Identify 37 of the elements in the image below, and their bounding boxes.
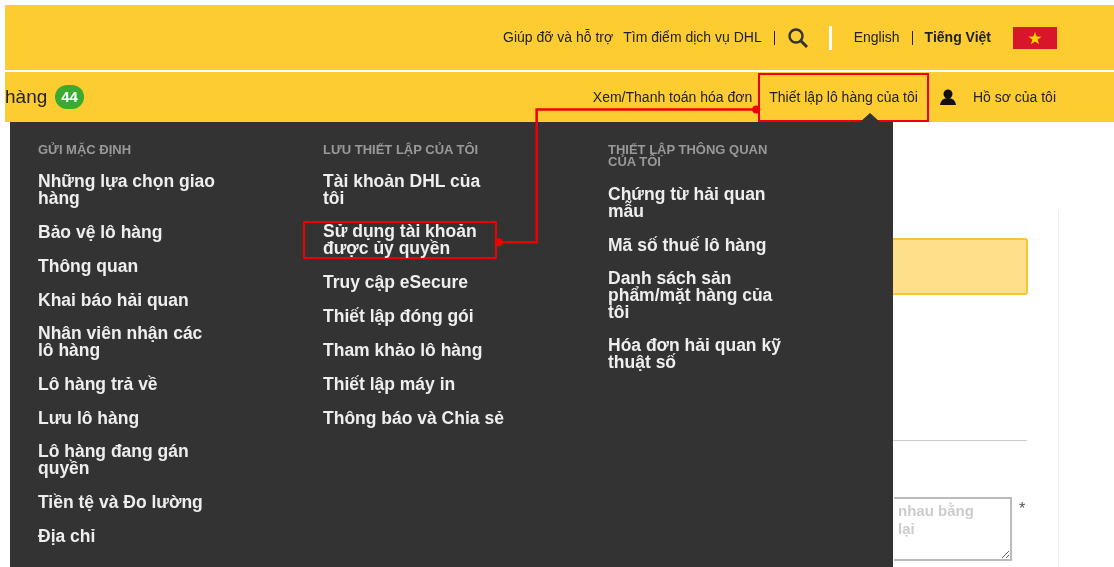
- language-link[interactable]: English: [853, 27, 900, 48]
- menu-heading: GỬI MẶC ĐỊNH: [38, 144, 133, 157]
- menu-item[interactable]: Danh sách sản phẩm/mặt hàng của tôi: [606, 267, 793, 323]
- person-icon: [938, 89, 957, 105]
- nav-link[interactable]: Tìm điểm dịch vụ DHL: [623, 27, 762, 48]
- menu-item[interactable]: Tiền tệ và Đo lường: [36, 492, 223, 514]
- menu-item[interactable]: Thiết lập đóng gói: [321, 306, 494, 328]
- menu-item[interactable]: Bảo vệ lô hàng: [36, 222, 183, 244]
- menu-item[interactable]: Lô hàng đang gán quyền: [36, 441, 209, 480]
- menu-item[interactable]: Mã số thuế lô hàng: [606, 234, 787, 256]
- menu-item[interactable]: Lô hàng trả về: [36, 374, 178, 396]
- menu-item[interactable]: Nhân viên nhận các lô hàng: [36, 323, 223, 362]
- menu-item[interactable]: Tham khảo lô hàng: [321, 340, 503, 362]
- count-badge: 44: [55, 84, 84, 110]
- menu-item[interactable]: Chứng từ hải quan mẫu: [606, 183, 786, 222]
- menu-item[interactable]: Thông báo và Chia sẻ: [321, 408, 524, 430]
- menu-item[interactable]: Thông quan: [36, 256, 159, 278]
- menu-item[interactable]: Khai báo hải quan: [36, 290, 209, 312]
- nav-link[interactable]: Xem/Thanh toán hóa đơn: [586, 72, 759, 122]
- nav-link[interactable]: Hồ sơ của tôi: [970, 84, 1114, 110]
- menu-item[interactable]: Thiết lập máy in: [321, 374, 476, 396]
- menu-item[interactable]: Địa chỉ: [36, 526, 116, 548]
- menu-item[interactable]: Tài khoản DHL của tôi: [321, 171, 501, 210]
- required-mark: *: [1019, 499, 1026, 519]
- menu-item[interactable]: Những lựa chọn giao hàng: [36, 171, 235, 210]
- nav-link[interactable]: Thiết lập lô hàng của tôi: [758, 72, 929, 122]
- search-icon[interactable]: [786, 26, 809, 49]
- flag-icon[interactable]: [1013, 26, 1057, 49]
- nav-link[interactable]: Giúp đỡ và hỗ trợ: [503, 27, 614, 48]
- menu-item[interactable]: Hóa đơn hải quan kỹ thuật số: [606, 334, 801, 373]
- nav-text: hàng: [5, 84, 48, 109]
- menu-item[interactable]: Sử dụng tài khoản được ủy quyền: [303, 221, 497, 260]
- menu-heading: THIẾT LẬP THÔNG QUAN CỦA TÔI: [608, 144, 769, 169]
- menu-heading: LƯU THIẾT LẬP CỦA TÔI: [323, 144, 480, 157]
- language-link[interactable]: Tiếng Việt: [924, 27, 991, 48]
- menu-item[interactable]: Lưu lô hàng: [36, 408, 160, 430]
- menu-item[interactable]: Truy cập eSecure: [321, 272, 488, 294]
